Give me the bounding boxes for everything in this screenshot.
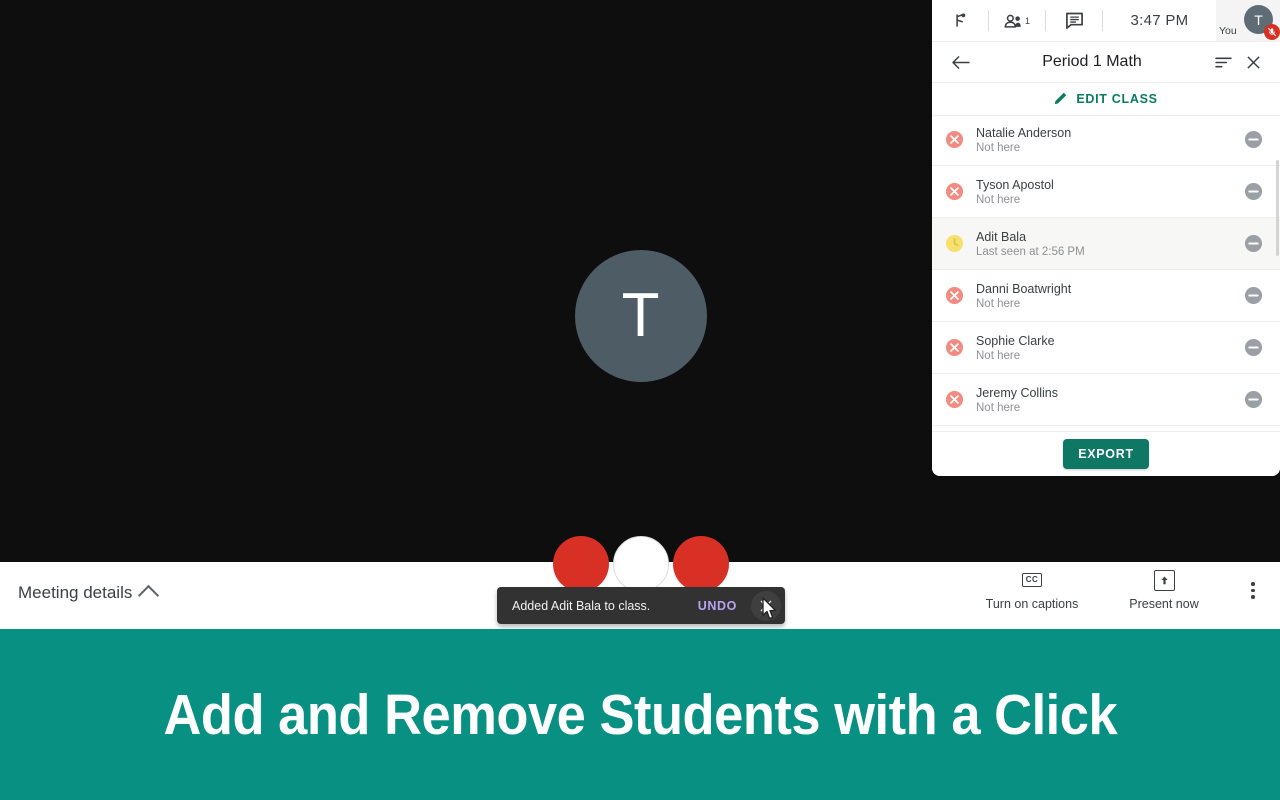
pencil-icon: [1054, 91, 1068, 108]
student-name: Adit Bala: [976, 229, 1027, 244]
turn-on-captions-button[interactable]: CC Turn on captions: [966, 570, 1098, 611]
edit-class-label: EDIT CLASS: [1076, 92, 1158, 106]
self-tile[interactable]: You T: [1216, 0, 1280, 41]
present-now-icon: [1153, 569, 1175, 591]
meeting-details-label: Meeting details: [18, 583, 133, 602]
snackbar: Added Adit Bala to class. UNDO: [497, 587, 785, 624]
student-row[interactable]: Tyson Apostol Not here: [932, 166, 1280, 218]
meet-top-toolbar: 1 3:47 PM You T: [932, 0, 1280, 42]
people-count-badge: 1: [1024, 15, 1030, 26]
student-row[interactable]: Adit Bala Last seen at 2:56 PM: [932, 218, 1280, 270]
remove-circle-icon[interactable]: [1236, 234, 1270, 253]
meeting-details-button[interactable]: Meeting details: [18, 583, 160, 606]
remove-circle-icon[interactable]: [1236, 286, 1270, 305]
closed-captions-icon: CC: [1021, 570, 1043, 590]
student-row[interactable]: Danni Boatwright Not here: [932, 270, 1280, 322]
student-row[interactable]: Jeremy Collins Not here: [932, 374, 1280, 426]
more-vertical-icon[interactable]: [1236, 582, 1270, 599]
present-now-label: Present now: [1129, 597, 1199, 611]
student-row[interactable]: Natalie Anderson Not here: [932, 114, 1280, 166]
student-name: Jeremy Collins: [976, 385, 1058, 400]
people-icon[interactable]: 1: [989, 13, 1045, 29]
meeting-clock: 3:47 PM: [1130, 12, 1189, 29]
student-status: Last seen at 2:56 PM: [976, 245, 1085, 258]
student-status: Not here: [976, 349, 1021, 362]
panel-footer: EXPORT: [932, 431, 1280, 476]
mic-off-icon: [1264, 24, 1280, 40]
absent-x-icon[interactable]: [932, 286, 976, 305]
student-list[interactable]: Natalie Anderson Not here Tyson Apostol Not…: [932, 114, 1280, 432]
hang-up-button[interactable]: [673, 536, 729, 592]
student-row[interactable]: Sophie Clarke Not here: [932, 322, 1280, 374]
page-title: Period 1 Math: [1042, 53, 1142, 70]
chat-icon[interactable]: [1046, 12, 1102, 30]
meeting-actions: CC Turn on captions Present now: [966, 569, 1270, 611]
sort-icon[interactable]: [1208, 56, 1238, 69]
student-name: Sophie Clarke: [976, 333, 1055, 348]
edit-class-button[interactable]: EDIT CLASS: [932, 83, 1280, 116]
remove-circle-icon[interactable]: [1236, 182, 1270, 201]
turn-on-captions-label: Turn on captions: [985, 597, 1079, 611]
meet-screen: T Meeting details CC Turn on captions Pr…: [0, 0, 1280, 800]
self-tile-label: You: [1219, 25, 1237, 37]
snackbar-message: Added Adit Bala to class.: [512, 598, 651, 613]
attendance-panel: 1 3:47 PM You T Period 1 Math EDIT CLASS…: [932, 0, 1280, 476]
student-status: Not here: [976, 141, 1021, 154]
close-icon[interactable]: [1238, 55, 1268, 70]
mic-toggle-button[interactable]: [553, 536, 609, 592]
snackbar-close-button[interactable]: [751, 590, 781, 621]
promo-banner-headline: Add and Remove Students with a Click: [163, 682, 1117, 747]
student-name: Tyson Apostol: [976, 177, 1054, 192]
export-button[interactable]: EXPORT: [1063, 439, 1149, 469]
arrow-back-icon[interactable]: [944, 55, 976, 70]
snackbar-undo-button[interactable]: UNDO: [698, 599, 751, 613]
panel-header: Period 1 Math: [932, 42, 1280, 83]
remove-circle-icon[interactable]: [1236, 338, 1270, 357]
promo-banner: Add and Remove Students with a Click: [0, 629, 1280, 800]
present-now-button[interactable]: Present now: [1098, 569, 1230, 611]
student-name: Danni Boatwright: [976, 281, 1072, 296]
remove-circle-icon[interactable]: [1236, 390, 1270, 409]
remove-circle-icon[interactable]: [1236, 130, 1270, 149]
student-name: Natalie Anderson: [976, 125, 1072, 140]
clock-icon[interactable]: [932, 234, 976, 253]
absent-x-icon[interactable]: [932, 338, 976, 357]
close-icon: [760, 600, 772, 611]
chevron-up-icon: [138, 584, 160, 606]
absent-x-icon[interactable]: [932, 390, 976, 409]
self-video-avatar: T: [575, 250, 707, 382]
student-status: Not here: [976, 401, 1021, 414]
raise-hand-icon[interactable]: [932, 12, 988, 29]
absent-x-icon[interactable]: [932, 130, 976, 149]
student-status: Not here: [976, 297, 1021, 310]
absent-x-icon[interactable]: [932, 182, 976, 201]
panel-scrollbar[interactable]: [1276, 160, 1279, 256]
student-status: Not here: [976, 193, 1021, 206]
camera-toggle-button[interactable]: [613, 536, 669, 592]
